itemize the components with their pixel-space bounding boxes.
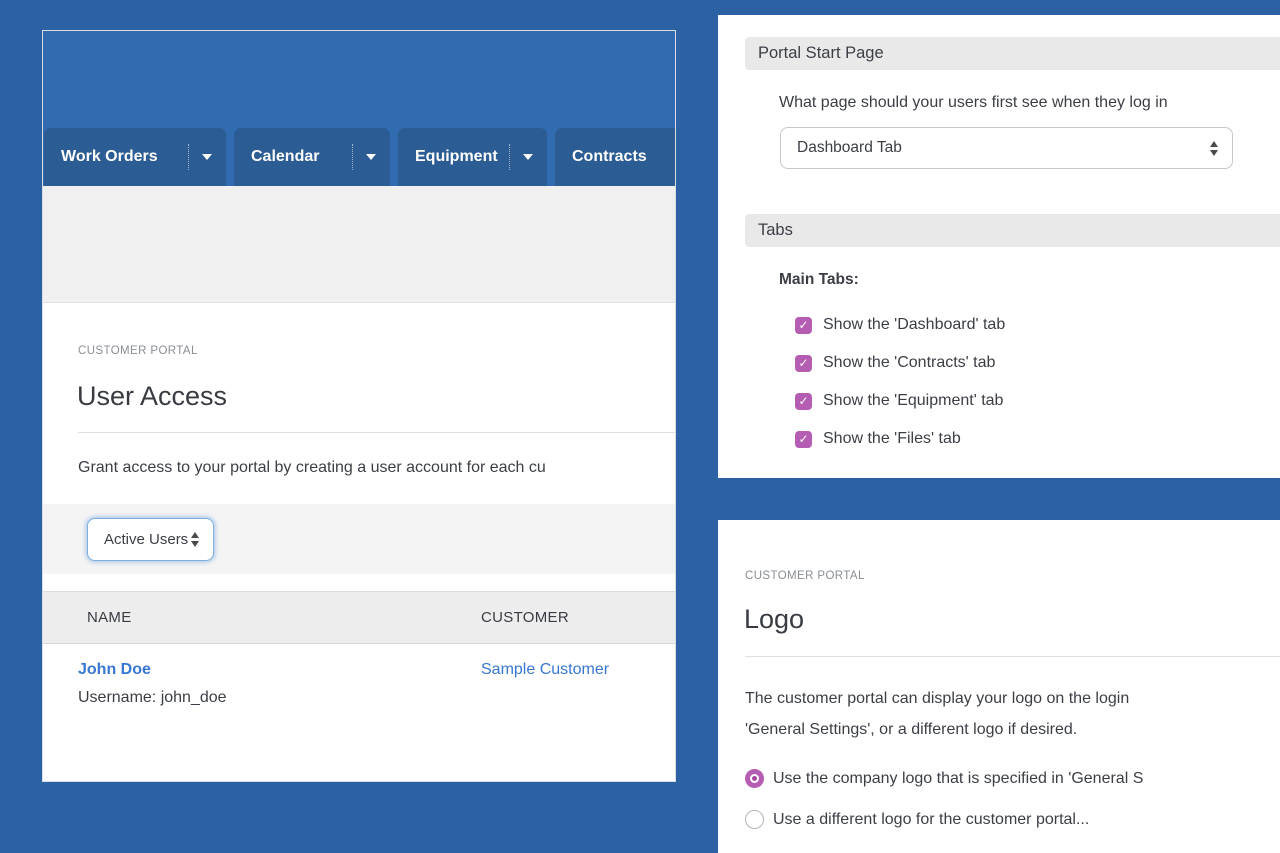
radio-company-logo[interactable]: [745, 769, 764, 788]
tab-contracts-label: Contracts: [572, 148, 647, 166]
chevron-down-icon[interactable]: [202, 154, 212, 160]
checkbox-row-files: ✓ Show the 'Files' tab: [795, 430, 961, 448]
checkbox-row-equipment: ✓ Show the 'Equipment' tab: [795, 392, 1003, 410]
user-username-text: Username: john_doe: [78, 689, 227, 707]
logo-description-line2: 'General Settings', or a different logo …: [745, 721, 1077, 739]
radio-different-logo[interactable]: [745, 810, 764, 829]
tab-separator: [188, 144, 189, 170]
tab-calendar-label: Calendar: [251, 148, 319, 166]
main-tabs-label: Main Tabs:: [779, 271, 859, 289]
radio-row-different-logo: Use a different logo for the customer po…: [745, 810, 1089, 829]
checkbox-label: Show the 'Equipment' tab: [823, 392, 1003, 410]
start-page-select-value: Dashboard Tab: [797, 139, 902, 157]
page-title: User Access: [77, 381, 227, 412]
portal-nav-tabs: Work Orders Calendar Equipment Contracts: [44, 128, 676, 186]
section-header-tabs: Tabs: [745, 214, 1280, 247]
logo-panel: CUSTOMER PORTAL Logo The customer portal…: [718, 520, 1280, 853]
checkbox-label: Show the 'Files' tab: [823, 430, 961, 448]
customer-portal-eyebrow: CUSTOMER PORTAL: [78, 345, 198, 357]
tab-separator: [352, 144, 353, 170]
select-updown-icon: [1210, 141, 1218, 156]
radio-label: Use a different logo for the customer po…: [773, 811, 1089, 829]
users-table-header: NAME CUSTOMER: [43, 591, 675, 644]
checkbox-label: Show the 'Dashboard' tab: [823, 316, 1005, 334]
tab-calendar[interactable]: Calendar: [234, 128, 390, 186]
column-header-customer: CUSTOMER: [481, 609, 569, 626]
select-updown-icon: [191, 532, 199, 547]
tab-separator: [509, 144, 510, 170]
start-page-question: What page should your users first see wh…: [779, 94, 1168, 112]
user-access-panel: Work Orders Calendar Equipment Contracts: [42, 30, 676, 782]
portal-toolbar-band: [43, 186, 675, 303]
user-access-description: Grant access to your portal by creating …: [78, 459, 546, 477]
checkbox-dashboard-tab[interactable]: ✓: [795, 317, 812, 334]
section-header-portal-start-page: Portal Start Page: [745, 37, 1280, 70]
user-filter-band: Active Users: [43, 504, 675, 574]
user-filter-select[interactable]: Active Users: [87, 518, 214, 561]
checkbox-label: Show the 'Contracts' tab: [823, 354, 995, 372]
user-name-link[interactable]: John Doe: [78, 661, 151, 679]
radio-label: Use the company logo that is specified i…: [773, 770, 1143, 788]
chevron-down-icon[interactable]: [523, 154, 533, 160]
checkbox-row-dashboard: ✓ Show the 'Dashboard' tab: [795, 316, 1005, 334]
tab-work-orders-label: Work Orders: [61, 148, 158, 166]
start-page-select[interactable]: Dashboard Tab: [780, 127, 1233, 169]
tab-contracts[interactable]: Contracts: [555, 128, 676, 186]
chevron-down-icon[interactable]: [366, 154, 376, 160]
customer-portal-eyebrow: CUSTOMER PORTAL: [745, 570, 865, 582]
user-filter-value: Active Users: [104, 531, 188, 548]
logo-title: Logo: [744, 604, 804, 635]
logo-description-line1: The customer portal can display your log…: [745, 690, 1129, 708]
checkbox-contracts-tab[interactable]: ✓: [795, 355, 812, 372]
checkbox-equipment-tab[interactable]: ✓: [795, 393, 812, 410]
title-divider: [78, 432, 675, 433]
title-divider: [745, 656, 1280, 657]
tab-equipment[interactable]: Equipment: [398, 128, 547, 186]
checkbox-row-contracts: ✓ Show the 'Contracts' tab: [795, 354, 995, 372]
column-header-name: NAME: [87, 609, 132, 626]
tab-work-orders[interactable]: Work Orders: [44, 128, 226, 186]
radio-row-company-logo: Use the company logo that is specified i…: [745, 769, 1143, 788]
customer-link[interactable]: Sample Customer: [481, 661, 609, 679]
tab-equipment-label: Equipment: [415, 148, 498, 166]
portal-settings-panel: Portal Start Page What page should your …: [718, 15, 1280, 478]
checkbox-files-tab[interactable]: ✓: [795, 431, 812, 448]
